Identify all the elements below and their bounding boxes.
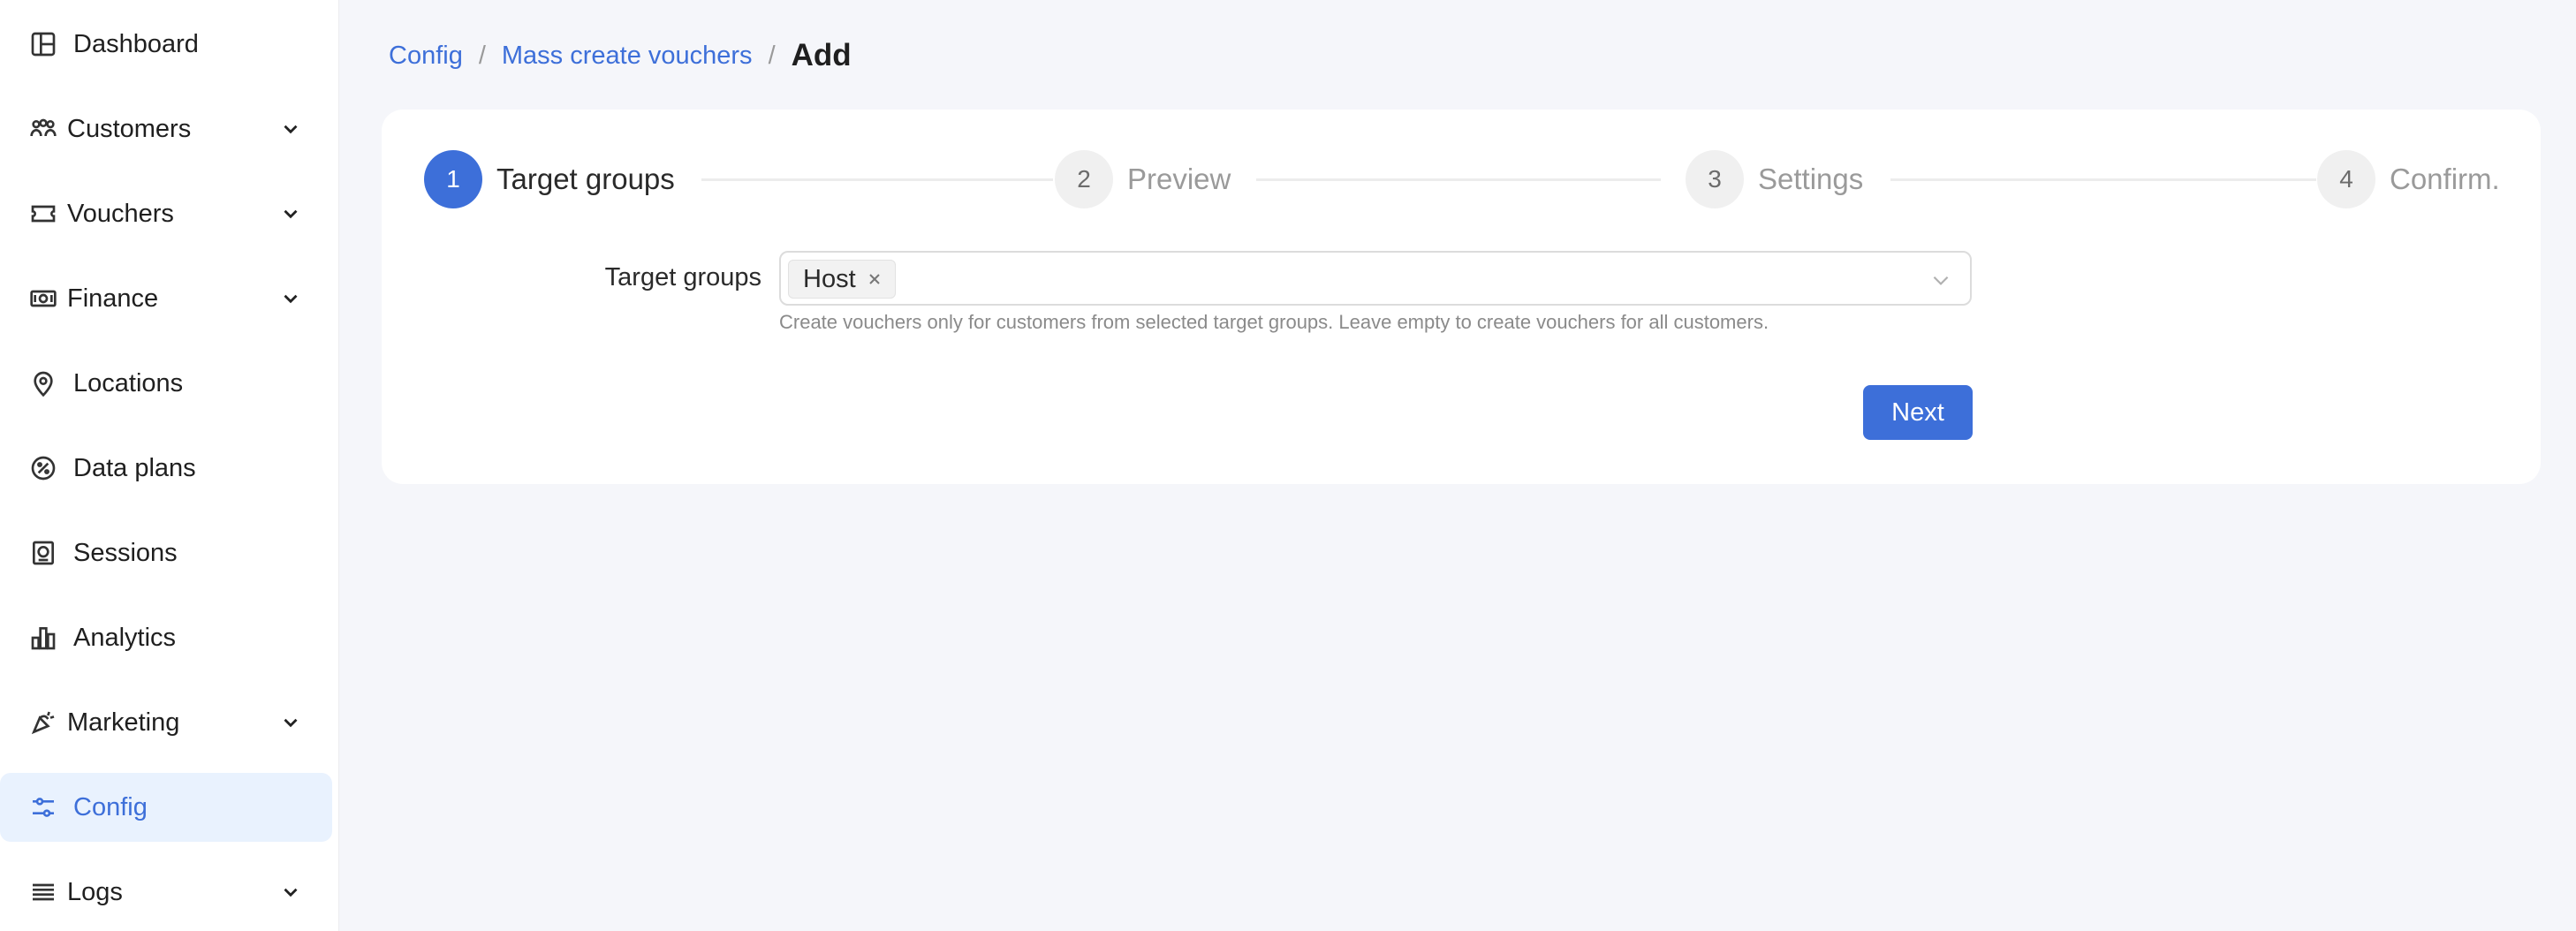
wizard-card: 1 Target groups 2 Preview 3 Settings 4 C… bbox=[382, 110, 2541, 484]
step-number: 3 bbox=[1686, 150, 1744, 208]
sidebar-item-customers[interactable]: Customers bbox=[0, 95, 332, 163]
sidebar-item-label: Logs bbox=[67, 877, 123, 906]
chevron-down-icon bbox=[279, 711, 302, 734]
customers-icon bbox=[28, 114, 58, 144]
sidebar-item-logs[interactable]: Logs bbox=[0, 858, 332, 927]
step-preview[interactable]: 2 Preview bbox=[1055, 150, 1231, 208]
chevron-down-icon bbox=[279, 881, 302, 904]
tag-label: Host bbox=[803, 264, 856, 293]
step-label: Settings bbox=[1758, 163, 1864, 195]
chevron-down-icon[interactable] bbox=[1929, 269, 1952, 291]
step-confirm[interactable]: 4 Confirm. bbox=[2317, 150, 2500, 208]
step-settings[interactable]: 3 Settings bbox=[1686, 150, 1863, 208]
close-icon[interactable] bbox=[867, 271, 883, 287]
step-number: 2 bbox=[1055, 150, 1113, 208]
sidebar-item-label: Data plans bbox=[73, 453, 196, 482]
chevron-down-icon bbox=[279, 287, 302, 310]
step-label: Preview bbox=[1127, 163, 1231, 195]
dashboard-icon bbox=[28, 29, 58, 59]
sidebar-item-label: Sessions bbox=[73, 538, 178, 567]
breadcrumb-separator: / bbox=[768, 41, 776, 70]
sidebar-item-marketing[interactable]: Marketing bbox=[0, 688, 332, 757]
breadcrumb-config-link[interactable]: Config bbox=[389, 42, 463, 71]
step-connector bbox=[1890, 178, 2316, 181]
target-groups-label: Target groups bbox=[604, 263, 761, 291]
sidebar-item-config[interactable]: Config bbox=[0, 773, 332, 842]
sidebar-item-finance[interactable]: Finance bbox=[0, 264, 332, 333]
page-title: Add bbox=[791, 38, 852, 72]
sidebar-item-label: Customers bbox=[67, 114, 192, 143]
percent-icon bbox=[28, 453, 58, 483]
bar-chart-icon bbox=[28, 623, 58, 653]
next-button[interactable]: Next bbox=[1863, 385, 1973, 440]
sidebar-item-label: Finance bbox=[67, 284, 159, 313]
voucher-icon bbox=[28, 199, 58, 229]
step-number: 1 bbox=[424, 150, 482, 208]
megaphone-icon bbox=[28, 708, 58, 738]
selected-tag: Host bbox=[788, 260, 896, 299]
sidebar-item-label: Dashboard bbox=[73, 29, 199, 58]
sidebar-item-analytics[interactable]: Analytics bbox=[0, 603, 332, 672]
sidebar-item-label: Analytics bbox=[73, 623, 177, 652]
step-label: Confirm. bbox=[2390, 163, 2500, 195]
location-pin-icon bbox=[28, 368, 58, 398]
chevron-down-icon bbox=[279, 117, 302, 140]
sidebar-item-sessions[interactable]: Sessions bbox=[0, 518, 332, 587]
step-target-groups[interactable]: 1 Target groups bbox=[424, 150, 675, 208]
step-connector bbox=[1256, 178, 1661, 181]
sidebar-item-label: Config bbox=[73, 792, 148, 821]
step-number: 4 bbox=[2317, 150, 2375, 208]
sidebar: Dashboard Customers Vouchers Finance Loc… bbox=[0, 0, 339, 931]
sidebar-item-locations[interactable]: Locations bbox=[0, 349, 332, 418]
chevron-down-icon bbox=[279, 202, 302, 225]
sliders-icon bbox=[28, 792, 58, 822]
step-connector bbox=[701, 178, 1053, 181]
finance-icon bbox=[28, 284, 58, 314]
sidebar-item-dashboard[interactable]: Dashboard bbox=[0, 10, 332, 79]
help-text: Create vouchers only for customers from … bbox=[779, 311, 1769, 333]
sidebar-item-label: Marketing bbox=[67, 708, 180, 737]
sidebar-item-vouchers[interactable]: Vouchers bbox=[0, 179, 332, 248]
sessions-icon bbox=[28, 538, 58, 568]
sidebar-item-label: Locations bbox=[73, 368, 184, 397]
target-groups-select[interactable]: Host bbox=[779, 251, 1972, 306]
breadcrumb-mass-create-link[interactable]: Mass create vouchers bbox=[502, 42, 753, 71]
sidebar-item-data-plans[interactable]: Data plans bbox=[0, 434, 332, 503]
breadcrumb-separator: / bbox=[478, 41, 486, 70]
list-icon bbox=[28, 877, 58, 907]
sidebar-item-label: Vouchers bbox=[67, 199, 174, 228]
breadcrumb: Config / Mass create vouchers / Add bbox=[389, 34, 852, 78]
step-label: Target groups bbox=[496, 163, 675, 195]
